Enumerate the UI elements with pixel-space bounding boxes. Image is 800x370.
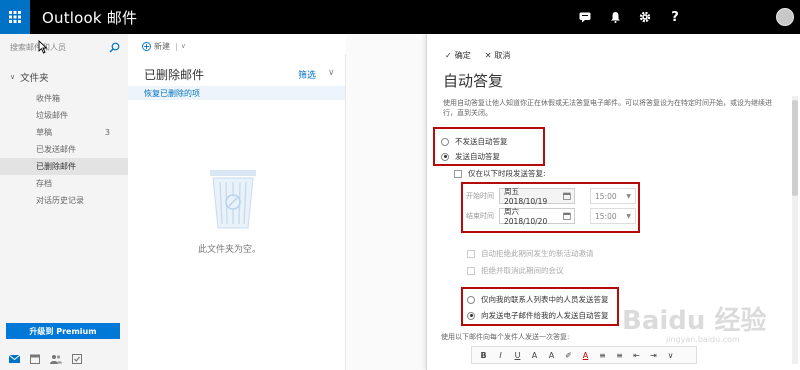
underline-icon[interactable]: U bbox=[512, 351, 523, 360]
more-options-icon[interactable]: ∨ bbox=[665, 351, 676, 360]
filter-button[interactable]: 筛选 bbox=[298, 68, 316, 81]
ok-button[interactable]: ✓ 确定 bbox=[445, 50, 471, 61]
plus-icon bbox=[142, 41, 151, 51]
checkbox-icon bbox=[454, 169, 462, 178]
folder-item-inbox[interactable]: 收件箱 bbox=[0, 90, 128, 107]
folders-title: 文件夹 bbox=[20, 73, 49, 84]
folder-item-junk[interactable]: 垃圾邮件 bbox=[0, 107, 128, 124]
search-icon[interactable] bbox=[109, 42, 120, 53]
folder-pane: 搜索邮件和人员 ∨ 文件夹 收件箱 垃圾邮件 草稿 3 已发送邮件 已删除邮件 存… bbox=[0, 34, 128, 370]
folder-label: 已发送邮件 bbox=[36, 145, 76, 154]
account-button[interactable] bbox=[696, 0, 800, 34]
shrink-font-icon[interactable]: A bbox=[546, 351, 557, 360]
top-bar: Outlook 邮件 ? bbox=[0, 0, 800, 34]
cancel-button[interactable]: ✕ 取消 bbox=[485, 50, 511, 61]
numbering-icon[interactable]: ≡ bbox=[614, 351, 625, 360]
folder-label: 已删除邮件 bbox=[36, 162, 76, 171]
bullets-icon[interactable]: ≡ bbox=[597, 351, 608, 360]
gear-icon[interactable] bbox=[630, 0, 660, 34]
highlight-box bbox=[461, 182, 640, 233]
tasks-icon[interactable] bbox=[71, 354, 83, 364]
chevron-down-icon[interactable]: ∨ bbox=[181, 42, 186, 50]
checkbox-icon bbox=[467, 266, 475, 275]
people-icon[interactable] bbox=[50, 354, 62, 364]
calendar-icon[interactable] bbox=[29, 354, 41, 364]
help-icon[interactable]: ? bbox=[660, 0, 690, 34]
watermark: Baidu 经验 bbox=[622, 306, 767, 336]
reply-once-label: 使用以下邮件向每个发件人发送一次答复: bbox=[441, 333, 570, 341]
ok-label: 确定 bbox=[454, 51, 471, 60]
chevron-down-icon[interactable]: ∨ bbox=[328, 68, 335, 78]
checkbox-cancel-meetings[interactable]: 拒绝并取消此期间的会议 bbox=[467, 265, 564, 276]
mouse-cursor-icon bbox=[38, 40, 48, 54]
folder-item-sent[interactable]: 已发送邮件 bbox=[0, 141, 128, 158]
folder-label: 垃圾邮件 bbox=[36, 111, 68, 120]
indent-icon[interactable]: ⇥ bbox=[648, 351, 659, 360]
font-color-icon[interactable]: A bbox=[580, 351, 591, 360]
checkbox-label: 拒绝并取消此期间的会议 bbox=[481, 266, 564, 275]
chevron-down-icon: ∨ bbox=[10, 73, 16, 81]
italic-icon[interactable]: I bbox=[495, 351, 506, 360]
waffle-icon bbox=[9, 11, 21, 23]
bold-icon[interactable]: B bbox=[478, 351, 489, 360]
panel-description: 使用自动答复让他人知道你正在休假或无法答复电子邮件。可以将答复设为在特定时间开始… bbox=[443, 99, 772, 117]
checkbox-decline-invites[interactable]: 自动拒绝此期间发生的新活动邀请 bbox=[467, 248, 594, 259]
new-label: 新建 bbox=[154, 41, 170, 51]
checkbox-time-period[interactable]: 仅在以下时段发送答复: bbox=[454, 168, 546, 179]
recycle-bin-icon bbox=[210, 170, 256, 229]
outdent-icon[interactable]: ⇤ bbox=[631, 351, 642, 360]
folder-label: 草稿 bbox=[36, 128, 52, 137]
module-switcher bbox=[0, 349, 128, 369]
new-message-button[interactable]: 新建 | ∨ bbox=[142, 38, 186, 54]
scrollbar-thumb[interactable] bbox=[792, 100, 798, 196]
reading-pane bbox=[346, 34, 426, 370]
avatar bbox=[776, 8, 794, 26]
upgrade-premium-button[interactable]: 升级到 Premium bbox=[6, 323, 120, 339]
checkbox-label: 仅在以下时段发送答复: bbox=[468, 169, 546, 178]
folder-list: 收件箱 垃圾邮件 草稿 3 已发送邮件 已删除邮件 存档 对话历史记录 bbox=[0, 90, 128, 209]
highlight-box bbox=[461, 287, 619, 326]
font-size-icon[interactable]: A bbox=[529, 351, 540, 360]
folder-label: 对话历史记录 bbox=[36, 196, 84, 205]
app-launcher-button[interactable] bbox=[0, 0, 30, 34]
bell-icon[interactable] bbox=[600, 0, 630, 34]
folder-label: 收件箱 bbox=[36, 94, 60, 103]
close-icon: ✕ bbox=[484, 51, 492, 60]
folder-item-archive[interactable]: 存档 bbox=[0, 175, 128, 192]
format-toolbar: B I U A A ✐ A ≡ ≡ ⇤ ⇥ ∨ bbox=[471, 346, 697, 364]
folder-item-deleted[interactable]: 已删除邮件 bbox=[0, 158, 128, 175]
folder-item-drafts[interactable]: 草稿 3 bbox=[0, 124, 128, 141]
folder-label: 存档 bbox=[36, 179, 52, 188]
panel-title: 自动答复 bbox=[443, 72, 504, 90]
folder-heading: 已删除邮件 bbox=[144, 68, 205, 82]
divider: | bbox=[175, 41, 178, 51]
chat-icon[interactable] bbox=[570, 0, 600, 34]
folders-header[interactable]: ∨ 文件夹 bbox=[0, 70, 128, 84]
folder-item-conversation-history[interactable]: 对话历史记录 bbox=[0, 192, 128, 209]
checkbox-label: 自动拒绝此期间发生的新活动邀请 bbox=[481, 249, 594, 258]
folder-count: 3 bbox=[104, 128, 110, 137]
checkbox-icon bbox=[467, 249, 475, 258]
highlight-icon[interactable]: ✐ bbox=[563, 351, 574, 360]
cancel-label: 取消 bbox=[494, 51, 511, 60]
highlight-box bbox=[433, 127, 545, 166]
mail-icon[interactable] bbox=[8, 354, 20, 364]
recover-deleted-link[interactable]: 恢复已删除的项 bbox=[128, 86, 345, 100]
empty-folder-message: 此文件夹为空。 bbox=[198, 245, 262, 255]
search-box[interactable]: 搜索邮件和人员 bbox=[0, 36, 128, 58]
app-title: Outlook 邮件 bbox=[42, 8, 138, 27]
message-list: 已删除邮件 筛选 ∨ 恢复已删除的项 此文件夹为空。 bbox=[128, 54, 346, 370]
watermark-url: jingyan.baidu.com bbox=[666, 335, 740, 344]
checkmark-icon: ✓ bbox=[445, 51, 452, 60]
